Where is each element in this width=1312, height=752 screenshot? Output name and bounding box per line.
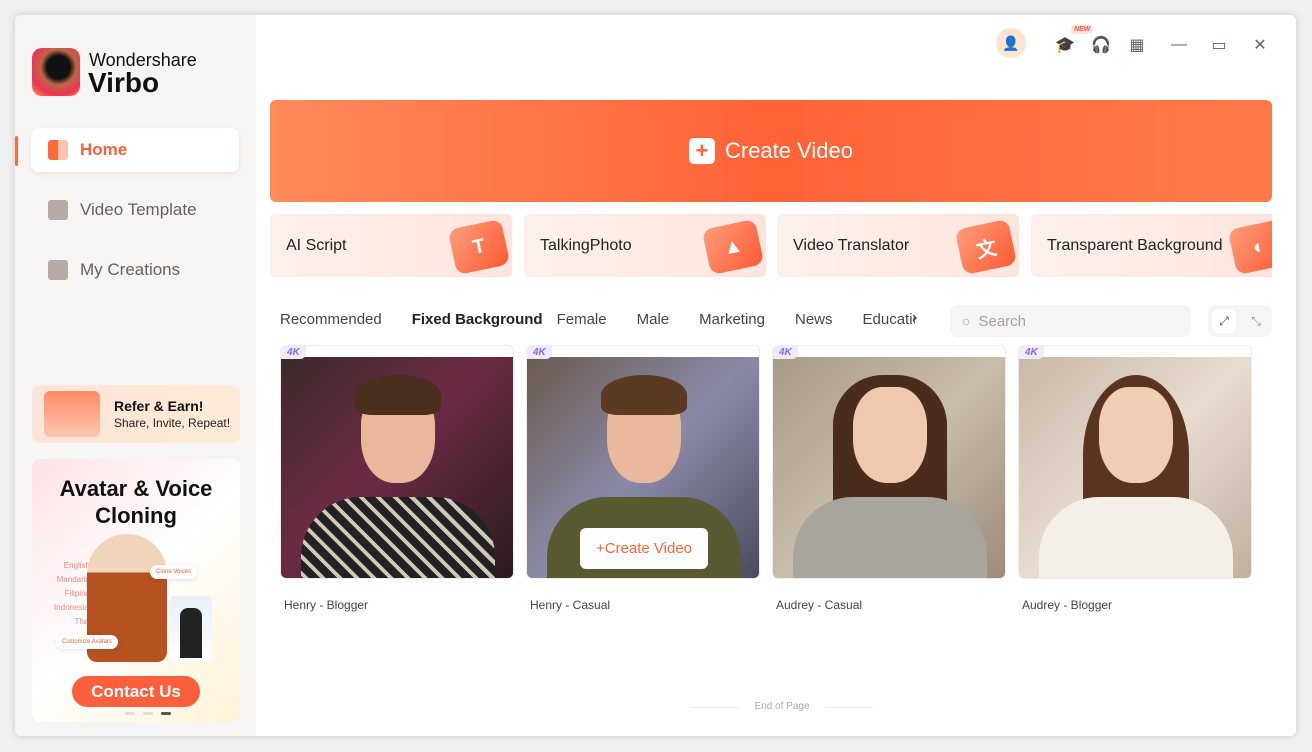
category-tabs: Recommended Fixed Background Female Male… [280,311,915,335]
promo-banner[interactable]: Avatar & Voice Cloning English Mandarin … [32,459,240,722]
sidebar-item-label: Video Template [80,200,197,219]
language: Indonesian [54,603,94,612]
avatar-image [1019,357,1251,578]
language-list: English Mandarin Filipino Indonesian Tha… [54,559,94,629]
plus-icon: + [688,138,715,164]
virbo-logo [32,48,80,96]
template-icon [48,200,68,220]
refer-title: Refer & Earn! [114,398,204,414]
search-icon: ○ [962,313,971,329]
avatar-card[interactable]: 4K [772,345,1006,579]
avatar-card[interactable]: 4K [1018,345,1252,579]
expand-view-icon[interactable]: ⤢ [1212,309,1236,333]
minimize-icon[interactable]: — [1167,33,1191,57]
product-name: Virbo [88,67,160,98]
carousel-dot[interactable] [125,712,135,715]
avatar-name: Henry - Blogger [284,598,369,612]
create-video-button[interactable]: + Create Video [270,100,1272,202]
close-icon[interactable]: ✕ [1248,33,1272,57]
talkingphoto-button[interactable]: TalkingPhoto ▲ [524,214,766,277]
chevron-right-icon[interactable]: › [912,309,917,327]
refer-subtitle: Share, Invite, Repeat! [114,416,231,430]
promo-avatar-image [170,596,212,661]
background-icon: ◐ [1227,218,1272,276]
4k-badge: 4K [281,346,306,359]
carousel-dot[interactable] [143,712,153,715]
video-translator-button[interactable]: Video Translator 文 [777,214,1019,277]
sidebar-item-my-creations[interactable]: My Creations [31,248,239,292]
language: Filipino [64,589,90,598]
customize-avatars-chip: Customize Avatars [56,635,118,649]
photo-icon: ▲ [701,218,765,276]
clone-voices-chip: Clone Voices [150,565,198,579]
user-icon: 👤 [1002,34,1020,51]
4k-badge: 4K [527,346,552,359]
avatar-image [773,357,1005,578]
carousel-dots[interactable] [125,712,171,715]
tab-news[interactable]: News [795,311,833,328]
ai-script-icon: T [447,218,511,276]
search-input[interactable]: ○ Search [950,305,1191,337]
sidebar-item-video-template[interactable]: Video Template [31,188,239,232]
maximize-icon[interactable]: ▭ [1207,33,1231,57]
tab-recommended[interactable]: Recommended [280,311,382,328]
4k-badge: 4K [773,346,798,359]
tab-female[interactable]: Female [557,311,607,328]
sidebar: Wondershare Virbo Home Video Template My… [15,15,256,736]
app-window: Wondershare Virbo Home Video Template My… [15,15,1296,736]
sidebar-item-label: My Creations [80,260,181,279]
gift-icon [44,391,100,437]
translate-icon: 文 [954,218,1018,276]
user-avatar-button[interactable]: 👤 [996,28,1026,58]
refer-banner[interactable]: Refer & Earn! Share, Invite, Repeat! [32,385,240,443]
avatar-name: Audrey - Casual [776,598,863,612]
tab-marketing[interactable]: Marketing [699,311,765,328]
language: English [63,561,90,570]
create-video-label: Create Video [724,138,853,163]
sidebar-item-home[interactable]: Home [31,128,239,172]
compact-view-icon[interactable]: ⤡ [1244,309,1268,333]
carousel-dot[interactable] [161,712,171,715]
avatar-name: Henry - Casual [530,598,611,612]
button-label: Create Video [604,540,693,557]
sidebar-item-label: Home [80,140,128,159]
avatar-card[interactable]: 4K + Create Video [526,345,760,579]
card-create-video-button[interactable]: + Create Video [580,528,708,569]
tab-fixed-background[interactable]: Fixed Background [412,311,543,328]
4k-badge: 4K [1019,346,1044,359]
ai-script-button[interactable]: AI Script T [270,214,512,277]
language: Mandarin [56,575,90,584]
apps-icon[interactable]: ▦ [1125,33,1149,57]
tool-label: Video Translator [793,236,910,254]
creations-icon [48,260,68,280]
support-icon[interactable]: 🎧 [1089,33,1113,57]
home-icon [48,140,68,160]
tool-label: TalkingPhoto [540,236,632,254]
tool-label: AI Script [286,236,347,254]
language: Thai [74,617,90,626]
avatar-card[interactable]: 4K [280,345,514,579]
transparent-background-button[interactable]: Transparent Background ◐ [1031,214,1272,277]
tab-male[interactable]: Male [637,311,670,328]
promo-title: Avatar & Voice Cloning [59,476,213,528]
avatar-image [281,357,513,578]
academy-icon[interactable]: 🎓 [1053,33,1077,57]
end-of-page: End of Page [691,701,873,712]
view-toggle: ⤢ ⤡ [1208,305,1272,337]
search-placeholder: Search [978,312,1026,330]
tool-label: Transparent Background [1047,236,1223,254]
contact-us-button[interactable]: Contact Us [72,676,200,707]
tab-education[interactable]: Education [863,311,916,328]
active-marker [15,136,18,166]
avatar-name: Audrey - Blogger [1022,598,1113,612]
